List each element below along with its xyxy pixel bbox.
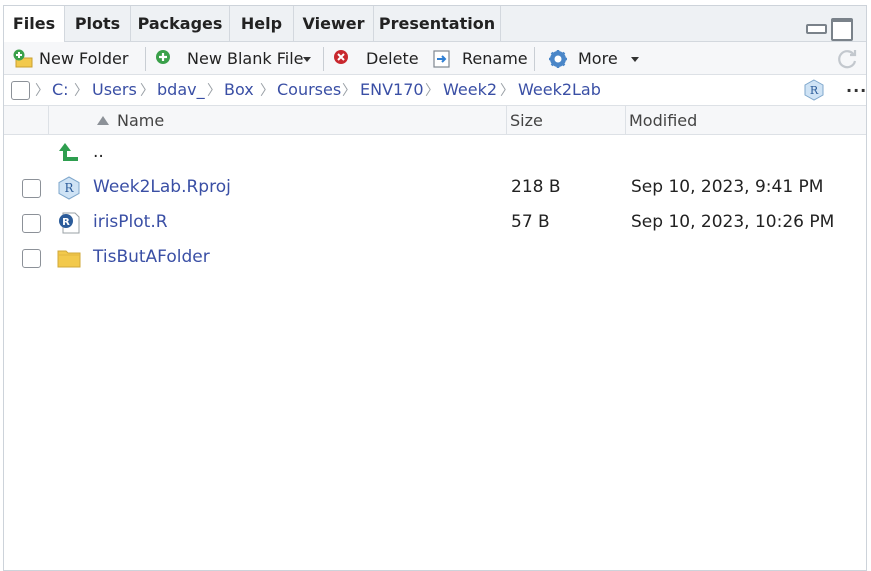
- minimize-pane-button[interactable]: [805, 18, 827, 36]
- file-name-link[interactable]: Week2Lab.Rproj: [93, 177, 231, 197]
- table-row: R Week2Lab.Rproj 218 B Sep 10, 2023, 9:4…: [4, 171, 866, 206]
- new-blank-file-label: New Blank File: [187, 49, 304, 68]
- table-row: TisButAFolder: [4, 241, 866, 276]
- parent-directory-row[interactable]: ..: [4, 136, 866, 171]
- name-column-label: Name: [117, 111, 165, 130]
- column-header: Name Size Modified: [4, 106, 866, 135]
- new-folder-label: New Folder: [39, 49, 129, 68]
- row-checkbox[interactable]: [22, 249, 41, 268]
- size-column-header[interactable]: Size: [506, 106, 625, 135]
- toolbar-divider: [145, 47, 146, 71]
- delete-button[interactable]: Delete: [332, 46, 420, 72]
- chevron-right-icon: 〉: [260, 83, 274, 99]
- rename-button[interactable]: Rename: [431, 46, 528, 72]
- add-file-icon: [156, 50, 170, 64]
- file-name-link[interactable]: irisPlot.R: [93, 212, 168, 232]
- svg-text:R: R: [64, 181, 74, 195]
- chevron-right-icon: 〉: [35, 83, 49, 99]
- new-blank-file-button[interactable]: New Blank File: [154, 46, 314, 72]
- size-column-label: Size: [510, 111, 543, 130]
- file-size: 218 B: [511, 177, 561, 197]
- tab-bar: Files Plots Packages Help Viewer Present…: [4, 6, 866, 43]
- sort-ascending-icon: [97, 116, 109, 125]
- breadcrumb: 〉 C: 〉 Users 〉 bdav_ 〉 Box 〉 Courses 〉 E…: [4, 75, 866, 106]
- up-arrow-icon: [59, 143, 78, 161]
- file-modified: Sep 10, 2023, 9:41 PM: [631, 177, 824, 197]
- row-checkbox[interactable]: [22, 214, 41, 233]
- breadcrumb-item[interactable]: Courses: [277, 80, 341, 99]
- folder-name-link[interactable]: TisButAFolder: [93, 247, 210, 267]
- name-column-header[interactable]: Name: [48, 106, 506, 135]
- r-script-icon: R: [59, 212, 80, 234]
- chevron-down-icon: [303, 57, 311, 62]
- rename-icon: [433, 50, 450, 68]
- breadcrumb-item-current[interactable]: Week2Lab: [518, 80, 601, 99]
- file-modified: Sep 10, 2023, 10:26 PM: [631, 212, 835, 232]
- folder-icon: [57, 250, 81, 268]
- rproj-icon: R: [58, 176, 80, 200]
- go-to-project-icon[interactable]: R: [803, 79, 825, 101]
- maximize-pane-button[interactable]: [831, 18, 853, 41]
- chevron-right-icon: 〉: [207, 83, 221, 99]
- tab-help[interactable]: Help: [230, 6, 294, 42]
- chevron-right-icon: 〉: [500, 83, 514, 99]
- modified-column-label: Modified: [629, 111, 698, 130]
- files-toolbar: New Folder New Blank File Delete Rename: [4, 42, 866, 75]
- toolbar-divider: [534, 47, 535, 71]
- breadcrumb-item[interactable]: Week2: [443, 80, 497, 99]
- breadcrumb-item[interactable]: Box: [224, 80, 254, 99]
- more-options-button[interactable]: ...: [846, 77, 867, 96]
- breadcrumb-item[interactable]: Users: [92, 80, 137, 99]
- files-pane: Files Plots Packages Help Viewer Present…: [3, 5, 867, 571]
- tab-presentation[interactable]: Presentation: [374, 6, 501, 42]
- breadcrumb-item[interactable]: ENV170: [360, 80, 424, 99]
- parent-directory-link[interactable]: ..: [93, 142, 104, 162]
- chevron-down-icon: [631, 57, 639, 62]
- chevron-right-icon: 〉: [140, 83, 154, 99]
- refresh-icon[interactable]: [837, 48, 859, 70]
- breadcrumb-item[interactable]: C:: [52, 80, 69, 99]
- svg-text:R: R: [810, 84, 819, 97]
- table-row: R irisPlot.R 57 B Sep 10, 2023, 10:26 PM: [4, 206, 866, 241]
- gear-icon: [549, 50, 567, 68]
- rename-label: Rename: [462, 49, 528, 68]
- chevron-right-icon: 〉: [425, 83, 439, 99]
- more-button[interactable]: More: [547, 46, 639, 72]
- delete-label: Delete: [366, 49, 419, 68]
- chevron-right-icon: 〉: [74, 83, 88, 99]
- svg-text:R: R: [62, 217, 70, 228]
- new-folder-button[interactable]: New Folder: [12, 46, 134, 72]
- modified-column-header[interactable]: Modified: [625, 106, 866, 135]
- chevron-right-icon: 〉: [342, 83, 356, 99]
- select-all-checkbox[interactable]: [11, 81, 30, 100]
- tab-packages[interactable]: Packages: [131, 6, 230, 42]
- file-size: 57 B: [511, 212, 550, 232]
- row-checkbox[interactable]: [22, 179, 41, 198]
- tab-files[interactable]: Files: [4, 6, 65, 43]
- toolbar-divider: [323, 47, 324, 71]
- new-folder-icon: [13, 49, 33, 68]
- delete-icon: [334, 50, 348, 64]
- more-label: More: [578, 49, 618, 68]
- breadcrumb-item[interactable]: bdav_: [157, 80, 205, 99]
- tab-plots[interactable]: Plots: [65, 6, 131, 42]
- tab-viewer[interactable]: Viewer: [294, 6, 374, 42]
